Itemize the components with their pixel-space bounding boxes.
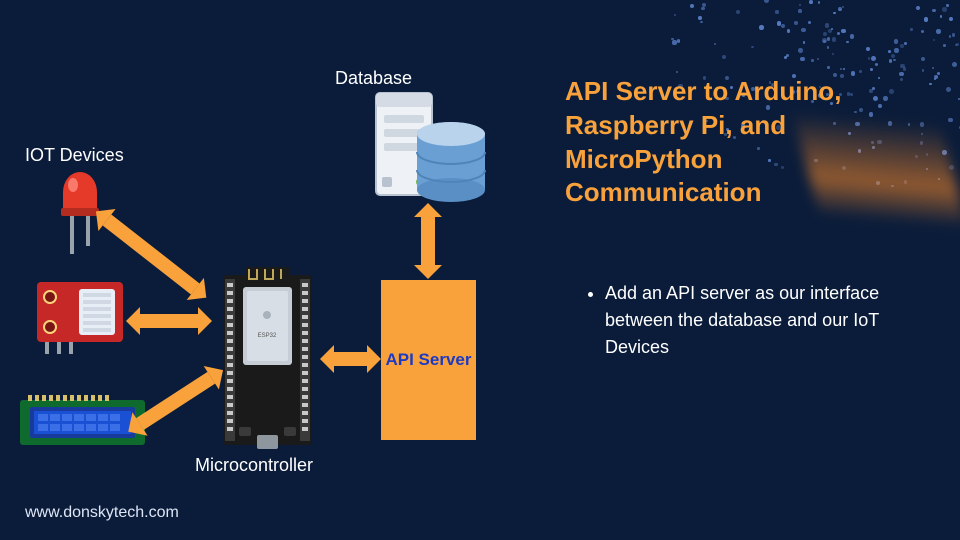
api-server-box: API Server [381,280,476,440]
dht-sensor-icon [35,280,125,360]
iot-devices-label: IOT Devices [25,145,124,166]
api-server-label: API Server [386,350,472,370]
svg-text:ESP32: ESP32 [258,333,277,339]
esp32-microcontroller-icon: ESP32 [215,265,320,455]
arrow-mcu-to-api [334,352,367,366]
arrow-dht-to-mcu [140,314,198,328]
bullet-list: Add an API server as our interface betwe… [585,280,895,361]
database-cylinder-icon [412,120,490,213]
arrow-api-to-db [421,217,435,265]
microcontroller-label: Microcontroller [195,455,313,476]
bullet-item: Add an API server as our interface betwe… [605,280,895,361]
arrow-lcd-to-mcu [136,372,215,430]
slide-title: API Server to Arduino, Raspberry Pi, and… [565,75,895,210]
footer-url: www.donskytech.com [25,504,179,522]
